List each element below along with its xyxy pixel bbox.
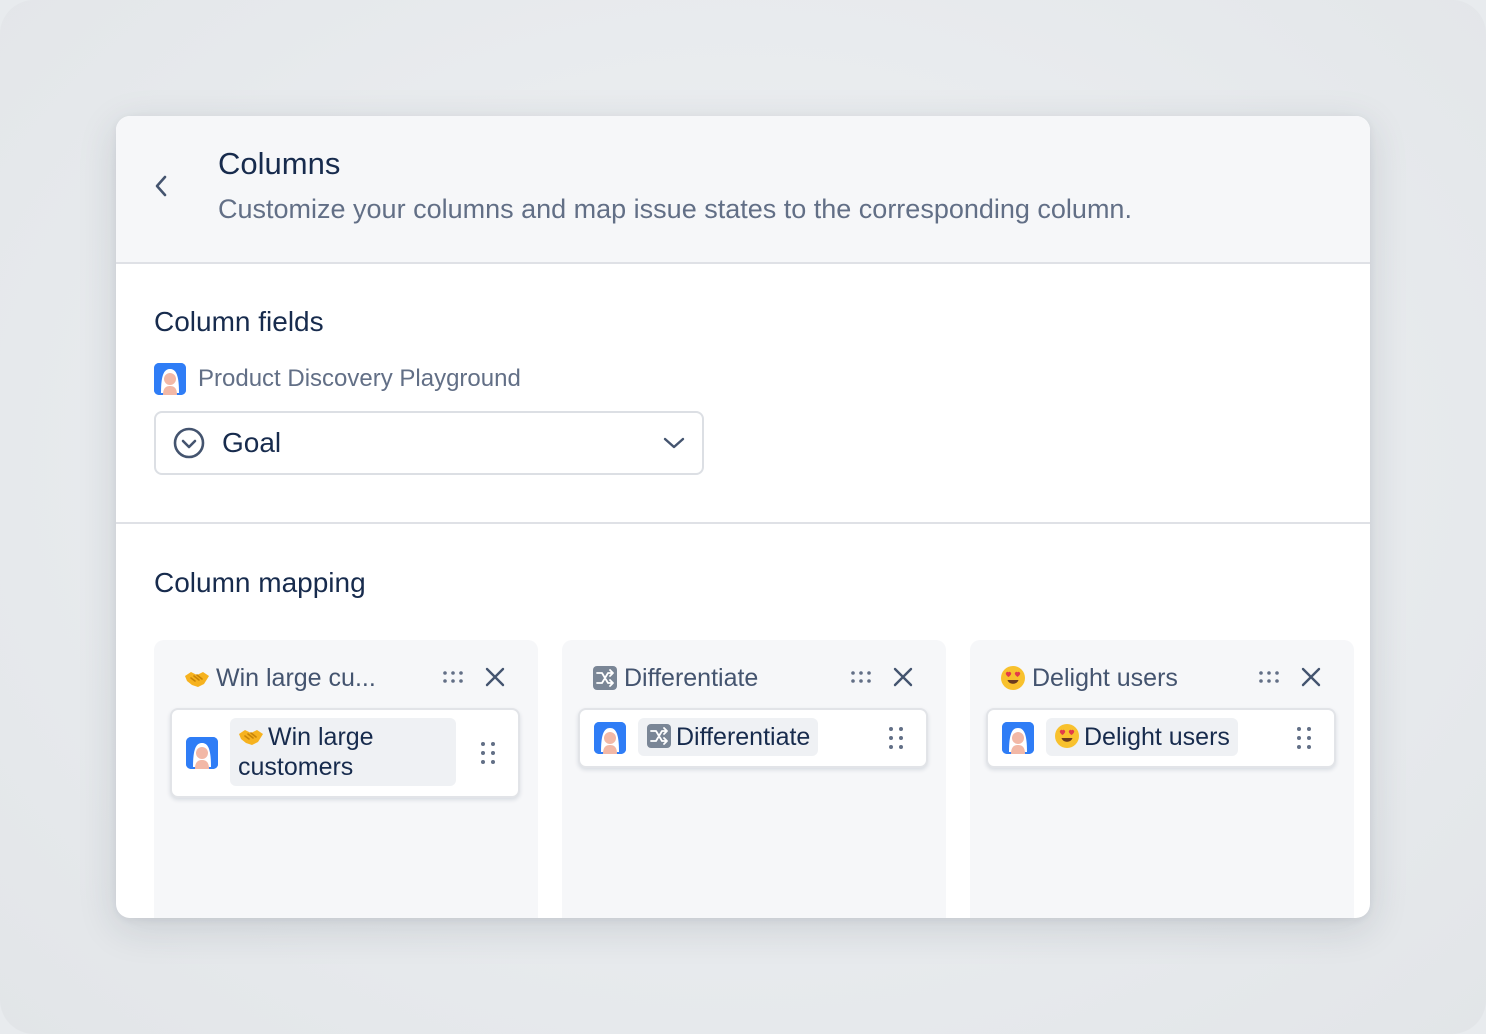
shuffle-icon	[647, 724, 671, 748]
state-chip: Differentiate	[638, 718, 819, 756]
close-icon	[485, 667, 505, 687]
mapping-column: Delight users Delight users	[970, 640, 1354, 918]
project-avatar	[1002, 722, 1034, 754]
column-header: Win large cu...	[184, 660, 518, 696]
drag-handle-icon[interactable]	[848, 664, 874, 690]
chevron-left-icon	[155, 175, 167, 197]
mapped-state-card[interactable]: Differentiate	[578, 708, 928, 768]
drag-handle-icon[interactable]	[886, 725, 906, 751]
column-fields-heading: Column fields	[154, 306, 324, 337]
project-avatar	[186, 737, 218, 769]
mapped-state-card[interactable]: Delight users	[986, 708, 1336, 768]
dropdown-field-icon	[172, 426, 206, 460]
project-name: Product Discovery Playground	[198, 365, 521, 392]
remove-column-button[interactable]	[482, 664, 508, 690]
handshake-icon	[239, 730, 263, 745]
column-mapping-heading: Column mapping	[154, 567, 366, 598]
shuffle-icon	[593, 666, 617, 690]
panel-header: Columns Customize your columns and map i…	[116, 116, 1370, 264]
state-chip: Win large customers	[230, 718, 456, 786]
column-name: Differentiate	[592, 664, 758, 693]
drag-handle-icon[interactable]	[1294, 725, 1314, 751]
drag-handle-icon[interactable]	[478, 740, 498, 766]
heart-eyes-icon	[1001, 666, 1025, 690]
column-header: Differentiate	[592, 660, 926, 696]
section-divider	[116, 522, 1370, 524]
drag-handle-icon[interactable]	[1256, 664, 1282, 690]
remove-column-button[interactable]	[890, 664, 916, 690]
select-value: Goal	[222, 427, 282, 458]
mapping-column: Win large cu... Win large customers	[154, 640, 538, 918]
column-name: Win large cu...	[184, 664, 376, 693]
column-field-select[interactable]: Goal	[154, 411, 704, 475]
project-avatar	[594, 722, 626, 754]
handshake-icon	[185, 672, 209, 687]
close-icon	[893, 667, 913, 687]
drag-handle-icon[interactable]	[440, 664, 466, 690]
remove-column-button[interactable]	[1298, 664, 1324, 690]
column-name: Delight users	[1000, 664, 1178, 693]
project-avatar	[154, 363, 186, 395]
mapping-column: Differentiate Differentiate	[562, 640, 946, 918]
column-header: Delight users	[1000, 660, 1334, 696]
page-subtitle: Customize your columns and map issue sta…	[218, 194, 1132, 224]
project-label: Product Discovery Playground	[154, 362, 521, 396]
heart-eyes-icon	[1055, 724, 1079, 748]
mapped-state-card[interactable]: Win large customers	[170, 708, 520, 798]
state-chip: Delight users	[1046, 718, 1238, 756]
columns-settings-panel: Columns Customize your columns and map i…	[116, 116, 1370, 918]
back-button[interactable]	[146, 168, 176, 204]
chevron-down-icon	[663, 437, 685, 449]
page-title: Columns	[218, 146, 341, 181]
close-icon	[1301, 667, 1321, 687]
